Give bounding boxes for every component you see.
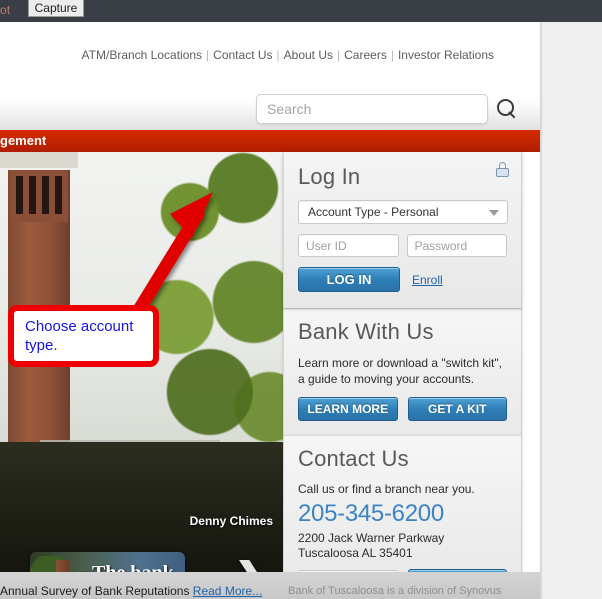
slide-tagline: The bank of here <box>92 562 174 572</box>
belfry-slot <box>42 176 49 214</box>
webpage-canvas: ATM/Branch Locations | Contact Us | About Us… <box>0 22 540 599</box>
enroll-link[interactable]: Enroll <box>412 273 443 287</box>
login-panel: Log In Account Type - Personal User ID P… <box>283 152 522 308</box>
belfry-slot <box>16 176 23 214</box>
nav-separator: | <box>390 48 394 62</box>
footer-news-item: Annual Survey of Bank Reputations Read M… <box>0 584 278 598</box>
utility-nav: ATM/Branch Locations | Contact Us | About Us… <box>82 48 494 62</box>
contact-address: 2200 Jack Warner Parkway Tuscaloosa AL 3… <box>298 531 507 561</box>
bank-with-us-copy: Learn more or download a "switch kit", a… <box>298 356 502 386</box>
login-title: Log In <box>298 164 361 189</box>
belfry-slot <box>29 176 36 214</box>
nav-link-about-us[interactable]: About Us <box>284 48 333 62</box>
capture-button[interactable]: Capture <box>28 0 84 17</box>
screenshot-root: ot Capture ATM/Branch Locations | Contact … <box>0 0 602 599</box>
lock-body <box>496 168 509 177</box>
nav-separator: | <box>276 48 280 62</box>
primary-nav-band: gement <box>0 130 540 152</box>
search-input[interactable]: Search <box>256 94 488 124</box>
contact-subtitle: Call us or find a branch near you. <box>298 482 475 496</box>
bank-with-us-panel: Bank With Us Learn more or download a "s… <box>283 308 522 435</box>
page-background-gutter <box>540 22 602 599</box>
hero-caption: Denny Chimes <box>189 514 273 528</box>
credentials-row: User ID Password <box>298 234 507 257</box>
address-line-1: 2200 Jack Warner Parkway <box>298 531 445 545</box>
nav-link-investor-relations[interactable]: Investor Relations <box>398 48 494 62</box>
read-more-link[interactable]: Read More... <box>193 584 262 598</box>
learn-more-button[interactable]: LEARN MORE <box>298 397 398 421</box>
bank-with-us-buttons: LEARN MORE GET A KIT <box>298 397 507 421</box>
carousel-slide-thumbnail[interactable]: The bank of here <box>30 552 185 572</box>
search-icon[interactable] <box>496 98 518 120</box>
search-area: Search <box>256 94 518 124</box>
contact-phone[interactable]: 205-345-6200 <box>298 500 507 528</box>
nav-separator: | <box>337 48 341 62</box>
tower-belfry <box>10 170 68 222</box>
toolbar-partial-text: ot <box>0 3 11 17</box>
user-id-input[interactable]: User ID <box>298 234 399 257</box>
nav-link-atm-branch[interactable]: ATM/Branch Locations <box>82 48 203 62</box>
account-type-value: Account Type - Personal <box>308 205 439 219</box>
nav-link-careers[interactable]: Careers <box>344 48 387 62</box>
chevron-down-icon[interactable] <box>489 210 499 216</box>
page-footer: Annual Survey of Bank Reputations Read M… <box>0 572 540 599</box>
annotation-callout: Choose account type. <box>8 305 159 367</box>
footer-news-text: Annual Survey of Bank Reputations <box>0 584 190 598</box>
address-line-2: Tuscaloosa AL 35401 <box>298 546 413 560</box>
slide-tagline-line1: The bank <box>92 562 174 572</box>
browser-toolbar: ot Capture <box>0 0 602 22</box>
carousel-next-arrow-icon[interactable]: ❯ <box>232 556 271 572</box>
footer-legal-text: Bank of Tuscaloosa is a division of Syno… <box>288 585 502 597</box>
lock-icon <box>496 162 509 177</box>
account-type-select[interactable]: Account Type - Personal <box>298 200 508 224</box>
hero-trees <box>150 152 283 452</box>
slide-tower <box>56 560 69 572</box>
bank-with-us-title: Bank With Us <box>298 319 434 344</box>
right-rail: Log In Account Type - Personal User ID P… <box>283 152 522 599</box>
annotation-callout-text: Choose account type. <box>25 318 134 354</box>
contact-us-title: Contact Us <box>298 446 409 471</box>
nav-separator: | <box>206 48 210 62</box>
password-input[interactable]: Password <box>406 234 507 257</box>
belfry-slot <box>55 176 62 214</box>
get-a-kit-button[interactable]: GET A KIT <box>407 397 507 421</box>
tower-cap <box>0 152 78 168</box>
primary-nav-visible-text[interactable]: gement <box>0 133 46 148</box>
page-right-edge <box>540 22 542 599</box>
login-action-row: LOG IN Enroll <box>298 267 507 292</box>
log-in-button[interactable]: LOG IN <box>298 267 400 292</box>
nav-link-contact-us[interactable]: Contact Us <box>213 48 272 62</box>
